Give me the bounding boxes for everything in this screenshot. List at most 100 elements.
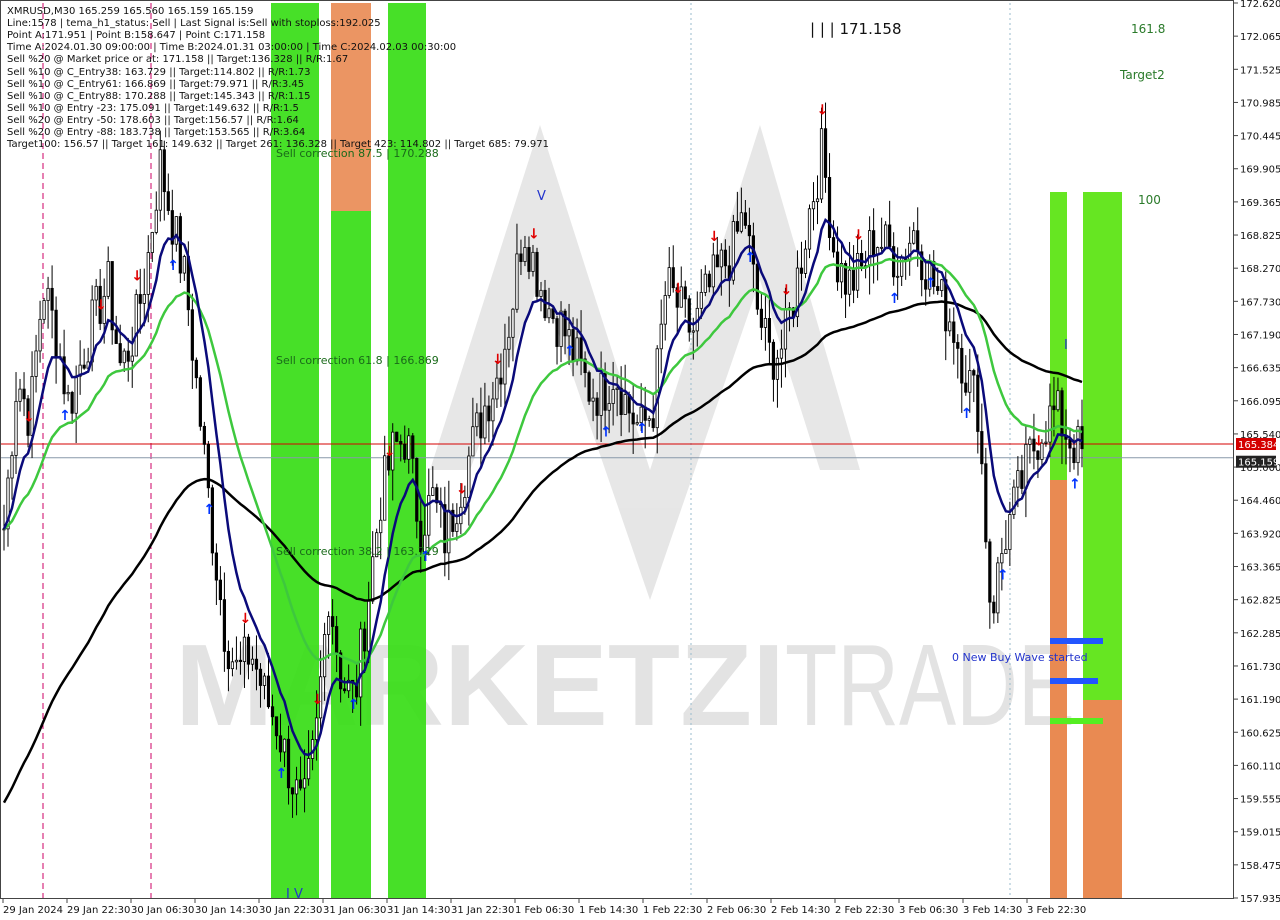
candle-body xyxy=(322,634,327,678)
candle-body xyxy=(851,269,856,291)
info-line: Sell %10 @ C_Entry88: 170.288 || Target:… xyxy=(7,91,310,102)
x-tick-label: 30 Jan 14:30 xyxy=(195,905,258,916)
candle-body xyxy=(314,717,319,740)
info-line: Sell %10 @ C_Entry61: 166.869 || Target:… xyxy=(7,79,304,90)
buy-arrow-icon: ↑ xyxy=(961,406,973,422)
sell-arrow-icon: ↓ xyxy=(95,298,107,314)
candle-body xyxy=(379,519,383,534)
candle-body xyxy=(427,495,431,536)
orange-zone xyxy=(1083,700,1122,899)
candle-body xyxy=(747,224,751,237)
candle-body xyxy=(1048,405,1052,443)
candle-body xyxy=(992,601,996,614)
candle-body xyxy=(335,626,339,654)
candle-body xyxy=(66,392,70,395)
candle-body xyxy=(539,289,543,297)
orange-zone xyxy=(1050,480,1067,899)
ask-price-tag: 165.384 xyxy=(1236,438,1279,451)
candle-body xyxy=(599,372,603,416)
x-tick-label: 1 Feb 14:30 xyxy=(579,905,638,916)
green-zone xyxy=(1083,192,1122,700)
y-tick-label: 162.285 xyxy=(1240,629,1280,640)
buy-arrow-icon: ↑ xyxy=(59,408,71,424)
buy-arrow-icon: ↑ xyxy=(1069,477,1081,493)
buy-wave-marker xyxy=(1050,678,1098,684)
candle-body xyxy=(339,652,343,690)
candle-body xyxy=(771,341,776,380)
x-tick-label: 30 Jan 22:30 xyxy=(259,905,322,916)
candle xyxy=(178,212,182,284)
candle-body xyxy=(1012,486,1016,515)
candle-body xyxy=(535,251,539,297)
candle-body xyxy=(230,661,235,670)
sell-arrow-icon: ↓ xyxy=(239,611,251,627)
candle-body xyxy=(306,758,311,780)
candle-body xyxy=(507,336,511,350)
candle-body xyxy=(615,387,619,390)
y-tick-label: 169.365 xyxy=(1240,198,1280,209)
candle-body xyxy=(591,397,595,402)
price-chart[interactable]: MARKETZI TRADE ↓ ↑ ↓ ↓ ↑ ↑ ↓ ↑ ↓ ↑ ↓ ↑ ↓ ↓ ↓ ↑ ↑ ↑ ↓ ↓ ↑ ↓ ↓ ↓ ↑… xyxy=(0,0,1280,920)
candle-body xyxy=(274,716,279,737)
wave-label-v: V xyxy=(537,189,546,204)
sell-arrow-icon: ↓ xyxy=(817,103,829,119)
candle-body xyxy=(547,308,551,319)
y-tick-label: 161.730 xyxy=(1240,662,1280,673)
candle-body xyxy=(30,376,34,436)
sell-arrow-icon: ↓ xyxy=(23,409,35,425)
candle-body xyxy=(1056,390,1060,411)
sell-arrow-icon: ↓ xyxy=(672,281,684,297)
y-tick-label: 171.525 xyxy=(1240,65,1280,76)
candle-body xyxy=(46,287,50,301)
candle-body xyxy=(663,295,667,325)
info-line: Line:1578 | tema_h1_status: Sell | Last … xyxy=(7,18,381,29)
candle-body xyxy=(146,252,150,295)
label-target2: Target2 xyxy=(1119,68,1165,82)
candle-body xyxy=(471,426,475,457)
candle-body xyxy=(940,279,944,291)
y-tick-label: 167.190 xyxy=(1240,330,1280,341)
label-100: 100 xyxy=(1138,193,1161,207)
candle-body xyxy=(407,435,411,460)
candle-body xyxy=(936,286,940,291)
y-tick-label: 166.635 xyxy=(1240,364,1280,375)
candle-body xyxy=(631,412,635,425)
candle-body xyxy=(70,392,74,414)
candle xyxy=(755,258,759,315)
buy-arrow-icon: ↑ xyxy=(636,421,648,437)
candle-body xyxy=(1020,470,1024,489)
buy-arrow-icon: ↑ xyxy=(925,275,937,291)
candle-body xyxy=(968,370,972,393)
buy-wave-marker xyxy=(1050,638,1103,644)
candle-body xyxy=(114,329,118,344)
candle-body xyxy=(363,628,367,652)
candle-body xyxy=(178,216,182,274)
candle-body xyxy=(559,310,563,347)
candle-body xyxy=(1072,447,1076,464)
candle-body xyxy=(515,253,519,310)
candle xyxy=(884,221,888,248)
y-tick-label: 159.555 xyxy=(1240,795,1280,806)
candle-body xyxy=(819,128,824,200)
candle-body xyxy=(234,659,239,663)
candle-body xyxy=(503,348,507,385)
info-line: Point A:171.951 | Point B:158.647 | Poin… xyxy=(7,30,265,41)
y-tick-label: 167.730 xyxy=(1240,297,1280,308)
new-wave-label: 0 New Buy Wave started xyxy=(952,651,1088,664)
sell-arrow-icon: ↓ xyxy=(780,282,792,298)
buy-arrow-icon: ↑ xyxy=(997,567,1009,583)
candle xyxy=(395,431,399,443)
candle-body xyxy=(647,418,651,421)
candle-body xyxy=(511,308,515,338)
candle-body xyxy=(22,388,26,400)
candle-body xyxy=(343,688,347,692)
candle-body xyxy=(162,149,166,193)
candle-body xyxy=(1000,553,1004,564)
candle-body xyxy=(952,321,956,343)
candle-body xyxy=(707,273,711,288)
sell-correction-382: Sell correction 38.2 | 163.729 xyxy=(276,545,439,558)
info-line: Sell %20 @ Entry -88: 183.738 || Target:… xyxy=(7,127,305,138)
y-tick-label: 169.905 xyxy=(1240,165,1280,176)
candle-body xyxy=(683,286,687,300)
candle-body xyxy=(238,659,243,662)
